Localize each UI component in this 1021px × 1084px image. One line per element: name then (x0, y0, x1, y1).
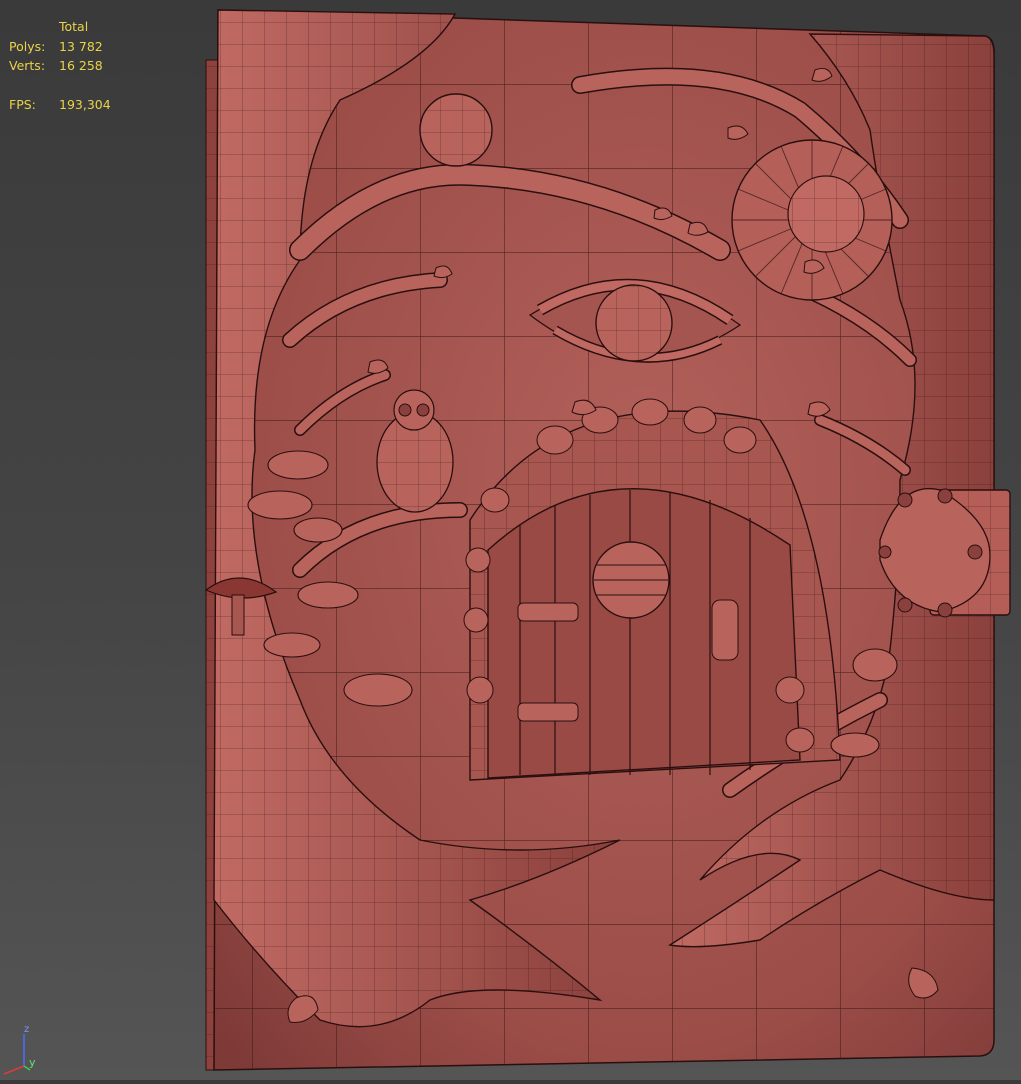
x-axis-line (3, 1065, 25, 1075)
polys-label: Polys: (9, 38, 46, 54)
stats-header: Total (59, 19, 89, 34)
verts-label: Verts: (9, 58, 46, 73)
fps-value: 193,304 (59, 97, 111, 112)
polys-value: 13 782 (59, 38, 103, 54)
viewport-statistics: Total Polys: 13 782 Verts: 16 258 FPS: 1… (9, 17, 111, 115)
small-moon-relief (419, 93, 493, 167)
y-axis-label: y (29, 1056, 36, 1069)
3d-viewport[interactable] (0, 0, 1021, 1080)
sun-relief (731, 139, 893, 301)
fps-label: FPS: (9, 97, 36, 112)
z-axis-label: z (24, 1024, 29, 1035)
verts-value: 16 258 (59, 58, 103, 73)
axis-gizmo: z y (0, 1020, 60, 1080)
